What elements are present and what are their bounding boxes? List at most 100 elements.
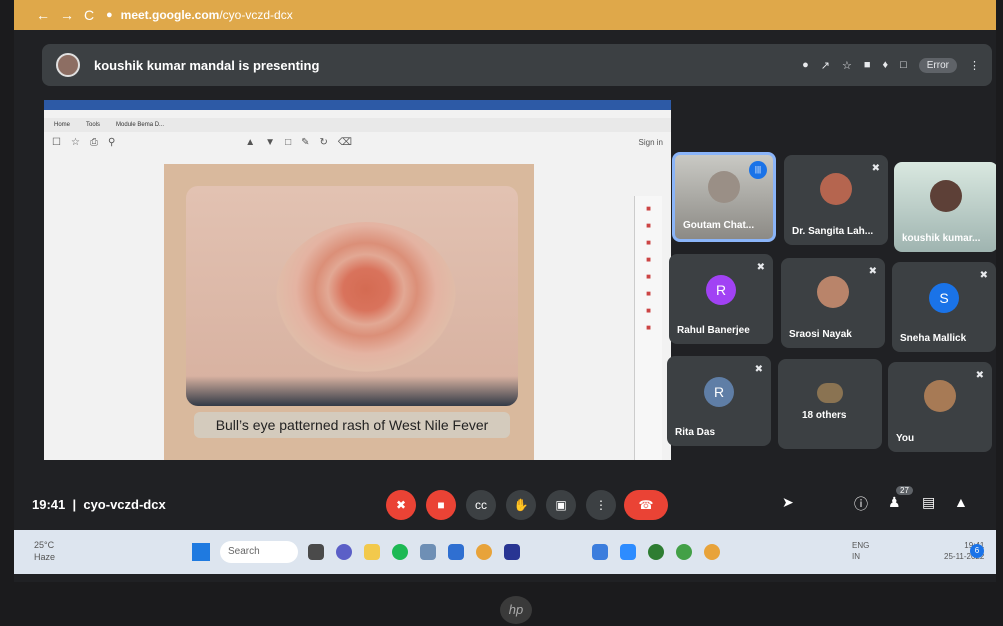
participant-tile[interactable]: koushik kumar...: [894, 162, 996, 252]
mic-off-button[interactable]: ✖: [386, 490, 416, 520]
page-up-icon[interactable]: ▲: [245, 137, 255, 148]
participant-initial: S: [929, 283, 959, 313]
participant-name: You: [896, 433, 915, 444]
share-icon[interactable]: ↗: [821, 59, 830, 72]
star-icon[interactable]: ☆: [71, 137, 80, 148]
profile-photo: [817, 276, 849, 309]
tool-icon[interactable]: ■: [646, 255, 651, 264]
camera-off-button[interactable]: ■: [426, 490, 456, 520]
task-view-icon[interactable]: [308, 544, 324, 560]
doc-tab-home[interactable]: Home: [54, 122, 70, 128]
doc-sign-in[interactable]: Sign in: [639, 138, 663, 147]
cursor-icon: ➤: [782, 494, 794, 510]
profile-photo: [924, 380, 956, 413]
tool-icon[interactable]: ■: [646, 221, 651, 230]
info-icon[interactable]: ⓘ: [854, 494, 868, 514]
participant-name: Sneha Mallick: [900, 333, 967, 344]
rotate-icon[interactable]: ↻: [320, 137, 328, 148]
menu-dots-icon[interactable]: ⋮: [969, 59, 980, 72]
settings-icon[interactable]: [420, 544, 436, 560]
participant-name: Goutam Chat...: [683, 220, 755, 231]
weather-widget[interactable]: 25°C Haze: [34, 539, 55, 563]
tool-icon[interactable]: ■: [646, 306, 651, 315]
others-count: 18 others: [802, 410, 847, 421]
doc-tab-tools[interactable]: Tools: [86, 122, 100, 128]
chat-app-icon[interactable]: [336, 544, 352, 560]
spotify-icon[interactable]: [392, 544, 408, 560]
participant-tile[interactable]: R ✖ Rita Das: [667, 356, 771, 446]
camera-icon[interactable]: ●: [802, 59, 809, 71]
chrome-icon[interactable]: [704, 544, 720, 560]
doc-page-tools: ▲ ▼ □ ✎ ↻ ⌫: [245, 137, 352, 148]
participant-name: Sraosi Nayak: [789, 329, 852, 340]
tool-icon[interactable]: ■: [646, 272, 651, 281]
browser-address-bar[interactable]: ←→C ● meet.google.com/cyo-vczd-dcx: [14, 0, 996, 30]
doc-tab-file[interactable]: Module Bema D...: [116, 122, 164, 128]
system-tray[interactable]: ENG IN: [852, 540, 869, 562]
doc-menubar: [44, 110, 671, 118]
lang-code: ENG: [852, 541, 870, 550]
people-icon[interactable]: ♟ 27: [888, 486, 913, 511]
comment-icon[interactable]: □: [285, 137, 291, 148]
raise-hand-button[interactable]: ✋: [506, 490, 536, 520]
participant-tile[interactable]: S ✖ Sneha Mallick: [892, 262, 996, 352]
participant-initial: R: [706, 275, 736, 305]
participant-tile[interactable]: ✖ Sraosi Nayak: [781, 258, 885, 348]
print-icon[interactable]: ⎙: [90, 137, 98, 148]
self-tile[interactable]: ✖ You: [888, 362, 992, 452]
meeting-time: 19:41 | cyo-vczd-dcx: [32, 496, 166, 512]
app-icon[interactable]: [592, 544, 608, 560]
activities-icon[interactable]: ▲: [954, 494, 968, 510]
people-count-badge: 27: [896, 486, 913, 495]
windows-taskbar: 25°C Haze Search ENG IN 19:41: [14, 530, 996, 574]
tool-icon[interactable]: ■: [646, 323, 651, 332]
delete-icon[interactable]: ⌫: [338, 137, 352, 148]
profile-error-button[interactable]: Error: [918, 57, 957, 73]
speaking-icon: |||: [749, 161, 767, 179]
tool-icon[interactable]: ■: [646, 204, 651, 213]
presenter-avatar: [56, 53, 80, 77]
chrome-icon[interactable]: [648, 544, 664, 560]
tool-icon[interactable]: ■: [646, 289, 651, 298]
others-tile[interactable]: 18 others: [778, 359, 882, 449]
leave-call-button[interactable]: ☎: [624, 490, 668, 520]
window-icon[interactable]: □: [900, 59, 907, 71]
start-icon[interactable]: [192, 543, 210, 561]
participant-tile[interactable]: ||| Goutam Chat...: [672, 152, 776, 242]
store-icon[interactable]: [448, 544, 464, 560]
participant-tile[interactable]: ✖ Dr. Sangita Lah...: [784, 155, 888, 245]
bookmark-icon[interactable]: ☐: [52, 137, 61, 148]
chrome-icon[interactable]: [676, 544, 692, 560]
participant-tile[interactable]: R ✖ Rahul Banerjee: [669, 254, 773, 344]
chat-icon[interactable]: ▤: [922, 494, 935, 511]
present-button[interactable]: ▣: [546, 490, 576, 520]
doc-side-tools: ■ ■ ■ ■ ■ ■ ■ ■: [634, 196, 662, 460]
weather-condition: Haze: [34, 552, 56, 562]
presenting-bar: koushik kumar mandal is presenting ● ↗ ☆…: [42, 44, 992, 86]
participant-name: koushik kumar...: [902, 233, 981, 244]
doc-tabs: Home Tools Module Bema D...: [44, 118, 671, 132]
bulls-eye-rash: [276, 222, 456, 372]
taskbar-search[interactable]: Search: [220, 541, 298, 563]
more-options-button[interactable]: ⋮: [586, 490, 616, 520]
pen-icon[interactable]: ✎: [301, 137, 309, 148]
url-text[interactable]: meet.google.com/cyo-vczd-dcx: [121, 8, 293, 22]
mic-off-icon: ✖: [754, 364, 763, 375]
puzzle-icon[interactable]: ♦: [882, 59, 888, 71]
tool-icon[interactable]: ■: [646, 238, 651, 247]
app-icon[interactable]: [504, 544, 520, 560]
notification-badge[interactable]: 6: [970, 544, 984, 558]
chrome-icon[interactable]: [476, 544, 492, 560]
mic-off-icon: ✖: [871, 163, 880, 174]
browser-nav-icons[interactable]: ←→C: [36, 7, 106, 23]
search-icon[interactable]: ⚲: [108, 137, 115, 148]
zoom-icon[interactable]: [620, 544, 636, 560]
doc-toolbar: ☐ ☆ ⎙ ⚲ ▲ ▼ □ ✎ ↻ ⌫ Sign in: [44, 132, 671, 152]
star-icon[interactable]: ☆: [842, 59, 852, 72]
rash-photo: [186, 186, 518, 406]
extension-icon[interactable]: ■: [864, 59, 871, 71]
captions-button[interactable]: cc: [466, 490, 496, 520]
folder-icon[interactable]: [364, 544, 380, 560]
hp-logo: hp: [500, 596, 532, 624]
page-down-icon[interactable]: ▼: [265, 137, 275, 148]
